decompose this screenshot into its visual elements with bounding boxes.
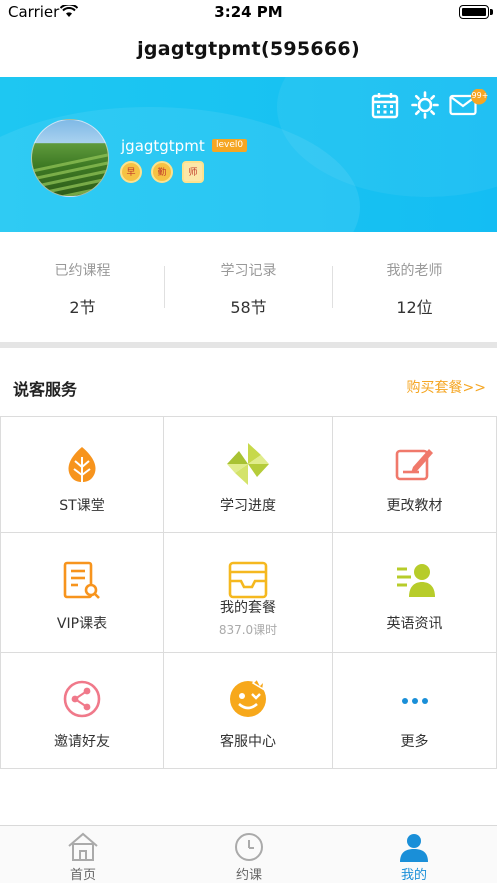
mail-icon[interactable]: 99+	[449, 88, 489, 123]
stat-my-teachers[interactable]: 我的老师 12位	[332, 260, 497, 318]
leaf-icon	[64, 445, 100, 489]
share-icon	[62, 679, 102, 723]
service-face-icon	[227, 677, 269, 723]
service-study-progress[interactable]: 学习进度	[164, 417, 333, 533]
profile-banner: 99+ jgagtgtpmt level0 早 勤 师	[0, 77, 497, 232]
news-person-icon	[395, 561, 435, 603]
service-more[interactable]: 更多	[333, 653, 497, 769]
stat-value: 12位	[396, 298, 433, 317]
service-label: 客服中心	[220, 734, 276, 750]
avatar[interactable]	[31, 119, 109, 197]
more-icon	[401, 691, 429, 710]
schedule-search-icon	[62, 561, 102, 605]
service-invite-friends[interactable]: 邀请好友	[0, 653, 164, 769]
tab-home[interactable]: 首页	[0, 826, 166, 883]
stat-study-record[interactable]: 学习记录 58节	[166, 260, 331, 318]
service-customer-center[interactable]: 客服中心	[164, 653, 333, 769]
pinwheel-icon	[225, 441, 271, 491]
navigation-bar: jgagtgtpmt(595666)	[0, 24, 497, 77]
tab-label: 约课	[235, 868, 262, 883]
stat-label: 已约课程	[54, 263, 111, 279]
person-icon	[398, 832, 430, 866]
stat-booked-courses[interactable]: 已约课程 2节	[0, 260, 165, 318]
calendar-icon[interactable]	[371, 91, 399, 123]
stat-label: 我的老师	[386, 263, 443, 279]
home-icon	[67, 832, 99, 866]
stat-value: 2节	[69, 298, 96, 317]
service-label: VIP课表	[56, 616, 108, 632]
stat-value: 58节	[230, 298, 267, 317]
package-hours: 837.0课时	[218, 623, 278, 637]
service-label: ST课堂	[59, 498, 105, 514]
service-grid: ST课堂 学习进度 更改教材 VIP课表 我的套餐 837.0课时 英语资讯 邀…	[0, 416, 497, 769]
medal-early-icon: 早	[120, 161, 142, 183]
service-title: 说客服务	[13, 380, 78, 399]
service-label: 学习进度	[220, 498, 276, 514]
tab-book-class[interactable]: 约课	[166, 826, 332, 883]
tab-label: 我的	[400, 868, 427, 883]
service-vip-schedule[interactable]: VIP课表	[0, 533, 164, 653]
medal-teacher-icon: 师	[182, 161, 204, 183]
page-title: jgagtgtpmt(595666)	[137, 38, 360, 60]
tab-bar: 首页 约课 我的	[0, 825, 497, 883]
service-st-classroom[interactable]: ST课堂	[0, 417, 164, 533]
tab-label: 首页	[69, 868, 96, 883]
service-label: 我的套餐	[220, 600, 276, 616]
service-label: 英语资讯	[386, 616, 443, 632]
service-english-news[interactable]: 英语资讯	[333, 533, 497, 653]
service-label: 更改教材	[386, 498, 443, 514]
medal-diligent-icon: 勤	[151, 161, 173, 183]
username: jgagtgtpmt	[121, 137, 205, 155]
service-change-textbook[interactable]: 更改教材	[333, 417, 497, 533]
stats-panel: 已约课程 2节 学习记录 58节 我的老师 12位	[0, 232, 497, 342]
level-badge: level0	[212, 139, 248, 152]
clock-time: 3:24 PM	[214, 3, 283, 21]
buy-package-link[interactable]: 购买套餐>>	[407, 377, 486, 397]
settings-gear-icon[interactable]	[411, 91, 439, 123]
edit-book-icon	[395, 445, 435, 487]
service-label: 邀请好友	[54, 734, 110, 750]
tab-mine[interactable]: 我的	[331, 826, 497, 883]
service-header: 说客服务 购买套餐>>	[0, 348, 497, 416]
stat-label: 学习记录	[220, 263, 277, 279]
battery-icon	[459, 5, 493, 19]
status-bar: Carrier 3:24 PM	[0, 0, 497, 24]
service-label: 更多	[400, 734, 429, 750]
service-my-package[interactable]: 我的套餐 837.0课时	[164, 533, 333, 653]
clock-icon	[233, 832, 265, 866]
mail-badge-count: 99+	[471, 91, 489, 100]
